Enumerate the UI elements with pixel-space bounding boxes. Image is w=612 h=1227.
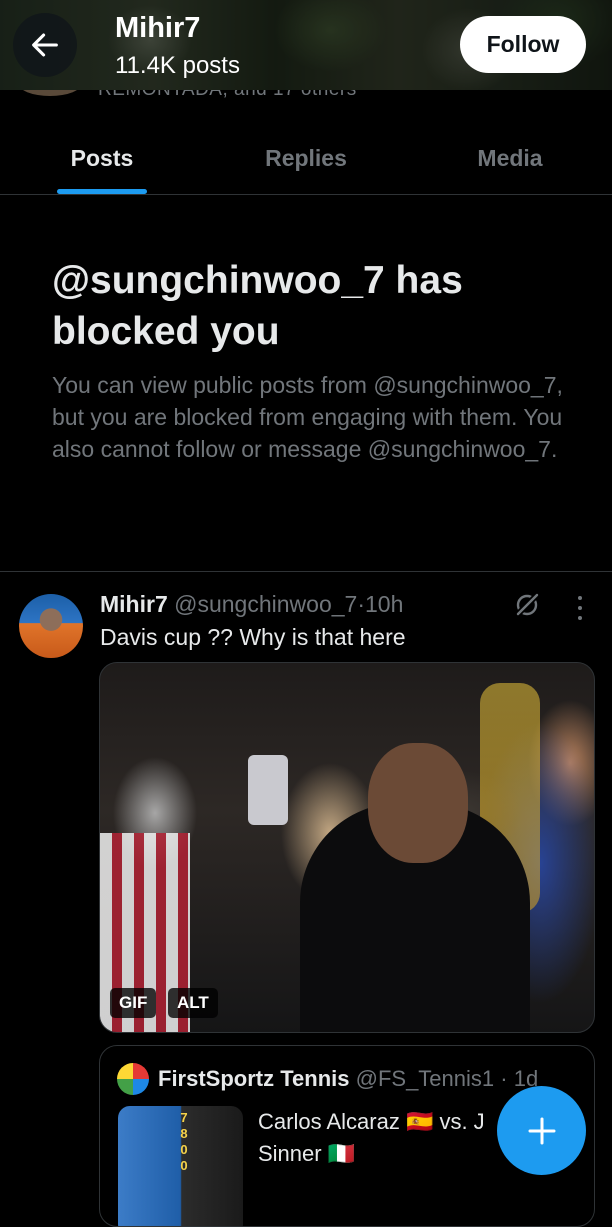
peek-avatar xyxy=(18,90,82,96)
post-text: Davis cup ?? Why is that here xyxy=(100,624,406,650)
tab-replies[interactable]: Replies xyxy=(256,122,356,194)
followed-by-text: REMONTADA, and 17 others xyxy=(98,90,357,101)
tab-label: Media xyxy=(477,145,543,171)
follow-button[interactable]: Follow xyxy=(460,16,586,73)
quote-author: FirstSportz Tennis xyxy=(158,1066,350,1091)
post-time[interactable]: 10h xyxy=(365,591,403,617)
grok-icon[interactable] xyxy=(512,590,542,620)
profile-tabs: Posts Replies Media xyxy=(0,122,612,195)
post-handle[interactable]: @sungchinwoo_7 xyxy=(174,591,357,617)
active-tab-indicator xyxy=(57,189,147,194)
thumb-score: 8 xyxy=(180,1126,188,1141)
profile-header: Mihir7 11.4K posts Follow xyxy=(0,0,612,90)
avatar[interactable] xyxy=(19,594,83,658)
thumb-scores: 7 8 0 0 xyxy=(172,1110,196,1174)
post-header: Mihir7 @sungchinwoo_7·10h xyxy=(100,591,403,618)
arrow-left-icon xyxy=(32,33,58,57)
post-separator: · xyxy=(357,591,365,617)
quote-handle: @FS_Tennis1 xyxy=(355,1066,495,1091)
compose-button[interactable] xyxy=(497,1086,586,1175)
thumb-score: 0 xyxy=(180,1158,188,1173)
gif-scene-head xyxy=(368,743,468,863)
tab-label: Replies xyxy=(265,145,347,171)
alt-badge[interactable]: ALT xyxy=(168,988,218,1018)
tab-posts[interactable]: Posts xyxy=(57,122,147,194)
divider xyxy=(0,571,612,572)
thumb-score: 7 xyxy=(180,1110,188,1125)
plus-icon xyxy=(528,1117,555,1144)
post-gif[interactable]: GIF ALT xyxy=(99,662,595,1033)
profile-name: Mihir7 xyxy=(115,12,201,44)
followed-by-peek: REMONTADA, and 17 others xyxy=(0,90,612,102)
more-vertical-icon[interactable] xyxy=(570,596,590,620)
blocked-title: @sungchinwoo_7 has blocked you xyxy=(52,259,463,353)
gif-badge: GIF xyxy=(110,988,157,1018)
blocked-description: You can view public posts from @sungchin… xyxy=(52,372,563,462)
tab-label: Posts xyxy=(70,145,134,171)
quote-thumbnail: 7 8 0 0 xyxy=(118,1106,243,1226)
quote-avatar xyxy=(117,1063,149,1095)
gif-scene-phone xyxy=(248,755,288,825)
post-count: 11.4K posts xyxy=(115,52,240,79)
back-button[interactable] xyxy=(13,13,77,77)
thumb-score: 0 xyxy=(180,1142,188,1157)
post-author[interactable]: Mihir7 xyxy=(100,591,168,617)
tab-media[interactable]: Media xyxy=(468,122,552,194)
quote-header: FirstSportz Tennis @FS_Tennis1 · 1d xyxy=(158,1066,538,1092)
